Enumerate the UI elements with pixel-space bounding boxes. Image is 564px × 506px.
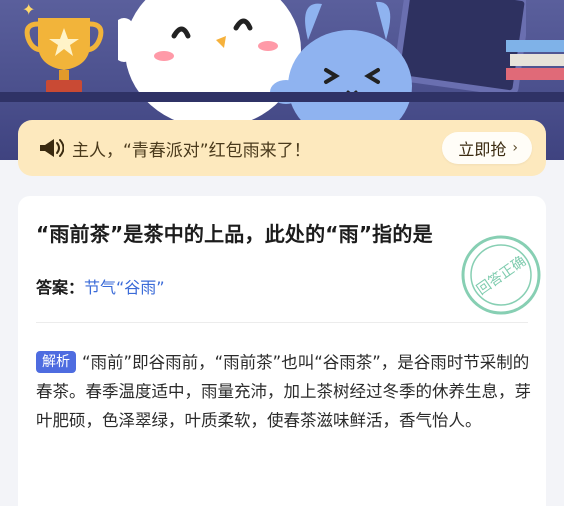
analysis-text: “雨前”即谷雨前，“雨前茶”也叫“谷雨茶”，是谷雨时节采制的春茶。春季温度适中，… bbox=[36, 353, 531, 430]
correct-answer-stamp: 回答正确 bbox=[461, 235, 541, 315]
grab-now-label: 立即抢 bbox=[458, 140, 507, 159]
blue-mascot-illustration bbox=[270, 1, 412, 130]
answer-label: 答案： bbox=[36, 278, 85, 297]
analysis-tag: 解析 bbox=[36, 351, 76, 373]
answer-card: “雨前茶”是茶中的上品，此处的“雨”指的是 回答正确 答案：节气“谷雨” 解析 “… bbox=[18, 196, 546, 506]
answer-value: 节气“谷雨” bbox=[84, 278, 165, 297]
red-envelope-promo-banner[interactable]: 主人，“青春派对”红包雨来了！ 立即抢 › bbox=[18, 120, 546, 176]
analysis-paragraph: 解析 “雨前”即谷雨前，“雨前茶”也叫“谷雨茶”，是谷雨时节采制的春茶。春季温度适… bbox=[36, 348, 532, 435]
chevron-right-icon: › bbox=[512, 140, 518, 156]
grab-now-button[interactable]: 立即抢 › bbox=[442, 132, 532, 164]
books-icon bbox=[506, 40, 564, 80]
megaphone-icon bbox=[40, 139, 64, 157]
stamp-label: 回答正确 bbox=[473, 252, 529, 298]
answer-line: 答案：节气“谷雨” bbox=[36, 274, 165, 298]
banner-text: 主人，“青春派对”红包雨来了！ bbox=[72, 140, 311, 161]
trophy-icon bbox=[24, 18, 104, 94]
shelf bbox=[0, 92, 564, 102]
divider bbox=[36, 322, 528, 323]
